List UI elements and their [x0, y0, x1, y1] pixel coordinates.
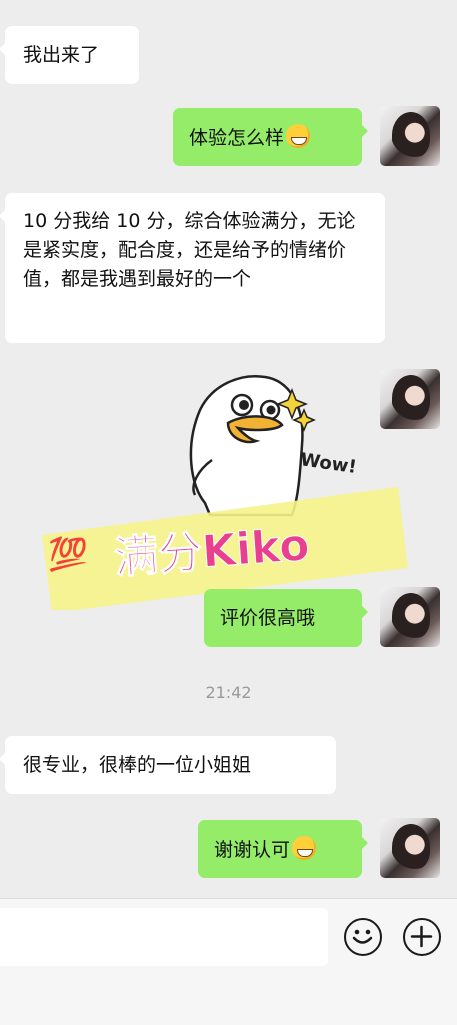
- message-text: 我出来了: [23, 44, 100, 66]
- avatar[interactable]: [380, 587, 440, 647]
- smiling-emoji-icon: [292, 836, 317, 860]
- message-bubble[interactable]: 我出来了: [0, 26, 139, 84]
- smiley-glyph: [352, 929, 373, 944]
- message-input[interactable]: [0, 908, 328, 966]
- message-text: 谢谢认可: [214, 839, 291, 861]
- avatar-image: [392, 824, 430, 870]
- grinning-emoji-icon: [286, 124, 311, 148]
- message-text: 10 分我给 10 分，综合体验满分，无论是紧实度，配合度，还是给予的情绪价值，…: [23, 210, 356, 290]
- plus-icon[interactable]: [403, 918, 441, 956]
- hundred-emoji-icon: 💯: [48, 535, 88, 573]
- avatar-image: [392, 593, 430, 639]
- duck-illustration: Wow! 💯 满分Kiko: [42, 375, 408, 613]
- message-text: 评价很高哦: [220, 607, 316, 629]
- avatar-image: [392, 112, 430, 158]
- wow-text: Wow!: [299, 449, 358, 478]
- avatar[interactable]: [380, 106, 440, 166]
- avatar[interactable]: [380, 818, 440, 878]
- duck-sticker[interactable]: Wow! 💯 满分Kiko: [30, 365, 410, 613]
- message-bubble[interactable]: 10 分我给 10 分，综合体验满分，无论是紧实度，配合度，还是给予的情绪价值，…: [0, 193, 385, 343]
- message-bubble[interactable]: 评价很高哦: [204, 589, 368, 647]
- message-text: 很专业，很棒的一位小姐姐: [23, 754, 252, 776]
- plus-glyph: [410, 925, 433, 948]
- smiley-icon[interactable]: [344, 918, 382, 956]
- timestamp: 21:42: [205, 683, 252, 702]
- message-bubble[interactable]: 体验怎么样: [173, 108, 368, 166]
- message-text: 体验怎么样: [189, 127, 285, 149]
- message-bubble[interactable]: 很专业，很棒的一位小姐姐: [0, 736, 336, 794]
- message-bubble[interactable]: 谢谢认可: [198, 820, 368, 878]
